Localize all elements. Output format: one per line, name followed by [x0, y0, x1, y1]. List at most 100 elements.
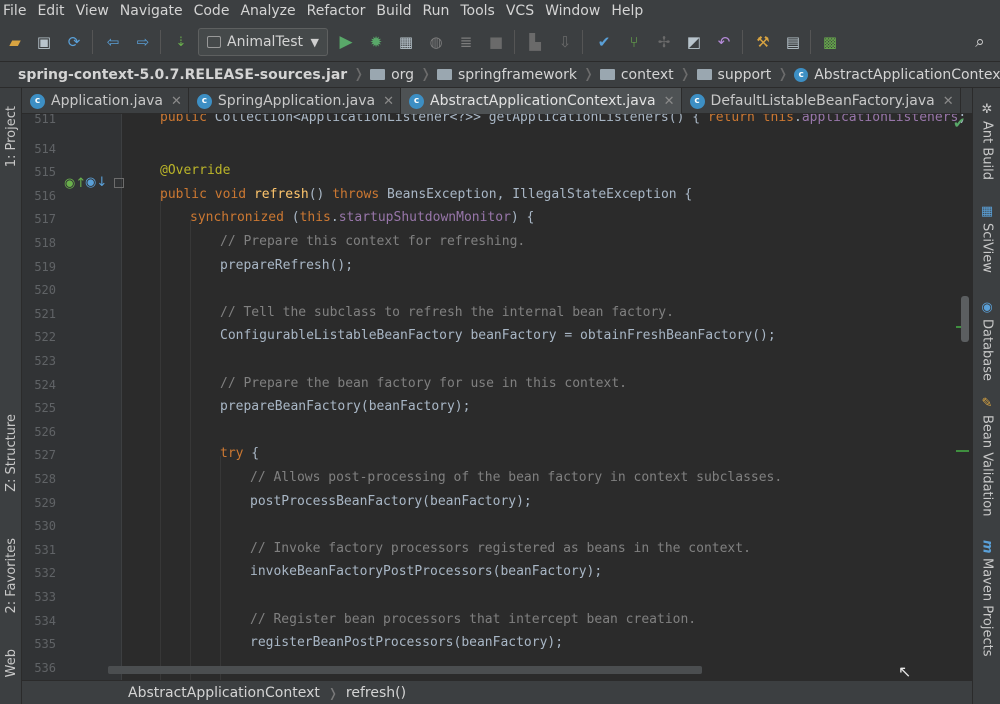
code-line[interactable]: // Register bean processors that interce… [250, 612, 696, 627]
code-line[interactable]: prepareBeanFactory(beanFactory); [220, 399, 470, 414]
line-number: 511 [34, 114, 56, 126]
vcs-push-icon[interactable]: ✢ [654, 32, 674, 52]
forward-arrow-icon[interactable]: ⇨ [133, 32, 153, 52]
code-line[interactable]: prepareRefresh(); [220, 258, 353, 273]
menu-bar: File Edit View Navigate Code Analyze Ref… [0, 0, 1000, 22]
code-line[interactable]: public void refresh() throws BeansExcept… [160, 187, 692, 202]
status-class-crumb[interactable]: AbstractApplicationContext [128, 685, 320, 701]
code-area[interactable]: public Collection<ApplicationListener<?>… [122, 114, 972, 680]
web-tool-tab[interactable]: Web [0, 642, 22, 684]
tab-abstractapplicationcontext-java[interactable]: c AbstractApplicationContext.java ✕ [401, 88, 682, 114]
menu-window[interactable]: Window [542, 3, 608, 19]
line-number: 534 [34, 614, 56, 628]
code-line[interactable]: postProcessBeanFactory(beanFactory); [250, 494, 532, 509]
code-line[interactable]: registerBeanPostProcessors(beanFactory); [250, 635, 563, 650]
vcs-update-icon[interactable]: ✔ [594, 32, 614, 52]
menu-tools[interactable]: Tools [457, 3, 503, 19]
line-number: 523 [34, 354, 56, 368]
stop-icon[interactable]: ■ [486, 32, 506, 52]
implementation-marker-icon[interactable]: ◉↓ [85, 175, 107, 190]
breadcrumb-class[interactable]: ❭ c AbstractApplicationContext ❭ [771, 67, 1000, 83]
vertical-scrollbar[interactable] [961, 296, 969, 342]
tab-springapplication-java[interactable]: c SpringApplication.java ✕ [189, 88, 402, 114]
code-line[interactable]: @Override [160, 163, 230, 178]
status-method-crumb[interactable]: refresh() [346, 685, 406, 701]
horizontal-scrollbar[interactable] [108, 666, 702, 674]
build-icon[interactable]: ⇣ [171, 32, 191, 52]
code-line[interactable]: invokeBeanFactoryPostProcessors(beanFact… [250, 564, 602, 579]
code-line[interactable]: // Allows post-processing of the bean fa… [250, 470, 782, 485]
favorites-tool-tab[interactable]: 2: Favorites [0, 528, 22, 624]
vcs-history-icon[interactable]: ◩ [684, 32, 704, 52]
tab-application-java[interactable]: c Application.java ✕ [22, 88, 189, 114]
package-folder-icon [696, 69, 712, 80]
code-line[interactable]: // Prepare this context for refreshing. [220, 234, 525, 249]
close-icon[interactable]: ✕ [943, 94, 954, 109]
sciview-tool-tab[interactable]: ▦ SciView [973, 200, 1000, 273]
line-number: 517 [34, 212, 56, 226]
settings-wrench-icon[interactable]: ⚒ [753, 32, 773, 52]
sdk-manager-icon[interactable]: ▩ [820, 32, 840, 52]
save-icon[interactable]: ▣ [34, 32, 54, 52]
maven-tool-tab[interactable]: m Maven Projects [973, 536, 1000, 656]
menu-refactor[interactable]: Refactor [304, 3, 374, 19]
code-line[interactable]: synchronized (this.startupShutdownMonito… [190, 210, 534, 225]
breadcrumb-jar[interactable]: spring-context-5.0.7.RELEASE-sources.jar [18, 67, 347, 83]
close-icon[interactable]: ✕ [383, 94, 394, 109]
chevron-right-icon: ❭ [777, 67, 789, 82]
menu-navigate[interactable]: Navigate [117, 3, 191, 19]
menu-help[interactable]: Help [608, 3, 651, 19]
open-folder-icon[interactable]: ▰ [5, 32, 25, 52]
override-marker-icon[interactable]: ◉↑ [64, 176, 86, 191]
close-icon[interactable]: ✕ [171, 94, 182, 109]
revert-icon[interactable]: ↶ [714, 32, 734, 52]
database-tool-tab[interactable]: ◉ Database [973, 296, 1000, 381]
back-arrow-icon[interactable]: ⇦ [103, 32, 123, 52]
tab-defaultlistablebeanfactory-java[interactable]: c DefaultListableBeanFactory.java ✕ [682, 88, 961, 114]
update-project-icon[interactable]: ▙ [525, 32, 545, 52]
sync-icon[interactable]: ⟳ [64, 32, 84, 52]
code-line[interactable]: // Tell the subclass to refresh the inte… [220, 305, 674, 320]
menu-build[interactable]: Build [373, 3, 419, 19]
menu-vcs[interactable]: VCS [503, 3, 542, 19]
code-line[interactable]: ConfigurableListableBeanFactory beanFact… [220, 328, 776, 343]
bean-validation-tool-tab[interactable]: ✎ Bean Validation [973, 392, 1000, 516]
ant-build-tool-tab[interactable]: ✲ Ant Build [973, 98, 1000, 180]
close-icon[interactable]: ✕ [664, 94, 675, 109]
mouse-cursor-icon: ↖ [898, 662, 912, 681]
breadcrumb-context[interactable]: ❭ context [577, 67, 674, 83]
main-toolbar: ▰ ▣ ⟳ ⇦ ⇨ ⇣ AnimalTest ▼ ▶ ✹ ▦ ◍ ≣ ■ ▙ ⇩… [0, 22, 1000, 62]
indent-guide [220, 456, 221, 680]
structure-tool-tab[interactable]: Z: Structure [0, 410, 22, 496]
coverage-icon[interactable]: ▦ [396, 32, 416, 52]
code-editor[interactable]: 511 514 515 516 517 518 519 520 521 522 523 524 525 5… [22, 114, 972, 680]
breadcrumb-support[interactable]: ❭ support [674, 67, 772, 83]
menu-file[interactable]: File [0, 3, 34, 19]
code-line[interactable]: // Prepare the bean factory for use in t… [220, 376, 627, 391]
editor-tabs: c Application.java ✕ c SpringApplication… [22, 88, 972, 114]
menu-edit[interactable]: Edit [34, 3, 72, 19]
profile-icon[interactable]: ◍ [426, 32, 446, 52]
vcs-branch-icon[interactable]: ⑂ [624, 32, 644, 52]
code-line[interactable]: public Collection<ApplicationListener<?>… [160, 114, 972, 125]
menu-code[interactable]: Code [191, 3, 238, 19]
project-structure-icon[interactable]: ▤ [783, 32, 803, 52]
debug-icon[interactable]: ✹ [366, 32, 386, 52]
menu-analyze[interactable]: Analyze [237, 3, 303, 19]
breadcrumb-org[interactable]: ❭ org [347, 67, 414, 83]
search-icon[interactable]: ⌕ [970, 32, 990, 52]
change-marker[interactable] [956, 450, 969, 452]
run-icon[interactable]: ▶ [336, 32, 356, 52]
menu-run[interactable]: Run [420, 3, 458, 19]
commit-icon[interactable]: ⇩ [555, 32, 575, 52]
run-configuration-select[interactable]: AnimalTest ▼ [198, 28, 328, 56]
line-number: 522 [34, 330, 56, 344]
attach-debugger-icon[interactable]: ≣ [456, 32, 476, 52]
project-tool-tab[interactable]: 1: Project [0, 94, 22, 180]
code-line[interactable]: // Invoke factory processors registered … [250, 541, 751, 556]
menu-view[interactable]: View [73, 3, 117, 19]
class-icon: c [409, 93, 425, 109]
code-line[interactable]: try { [220, 446, 259, 461]
web-tool-label: Web [3, 648, 19, 678]
breadcrumb-springframework[interactable]: ❭ springframework [414, 67, 577, 83]
